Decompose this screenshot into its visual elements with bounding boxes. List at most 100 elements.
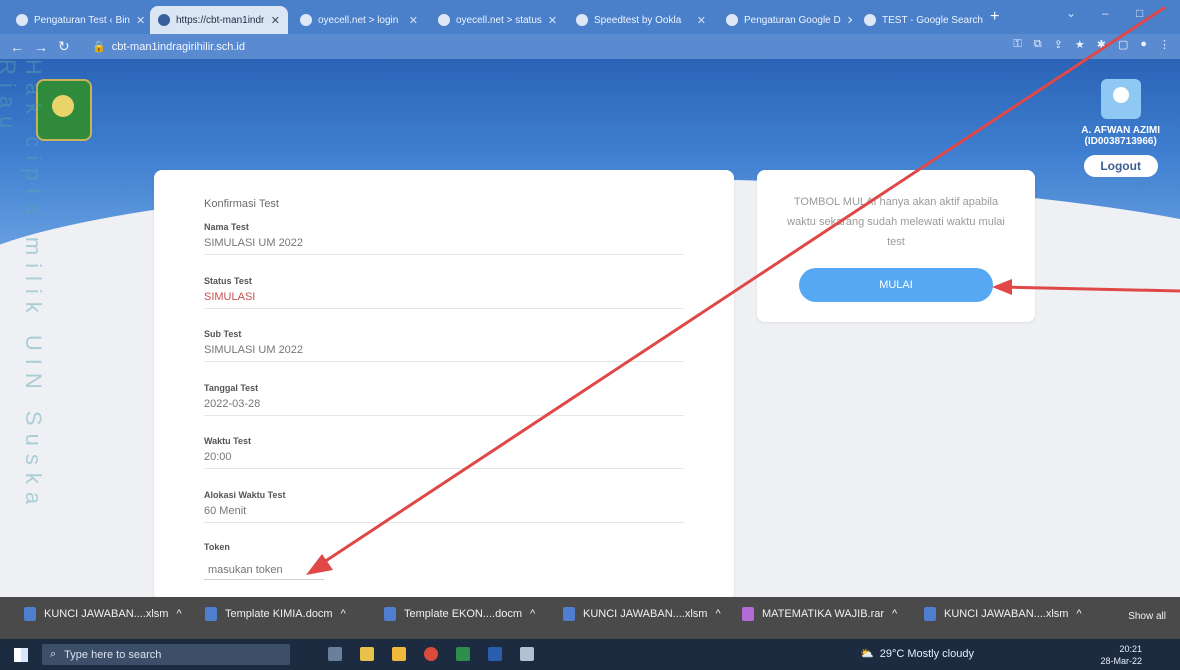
chevron-up-icon[interactable]: ^ bbox=[892, 608, 897, 620]
tab-label: Speedtest by Ookla bbox=[594, 14, 682, 26]
download-name: KUNCI JAWABAN....xlsm bbox=[583, 608, 708, 620]
windows-start-icon[interactable] bbox=[14, 648, 28, 662]
download-item[interactable]: KUNCI JAWABAN....xlsm ^ bbox=[24, 607, 182, 621]
tab-label: Pengaturan Google D bbox=[744, 14, 841, 26]
token-input[interactable] bbox=[204, 560, 324, 580]
field-label: Sub Test bbox=[204, 329, 242, 339]
close-icon[interactable]: ✕ bbox=[409, 14, 418, 27]
excel-file-icon bbox=[563, 607, 575, 621]
address-bar: ← → ↻ 🔒 cbt-man1indragirihilir.sch.id ⚿ … bbox=[0, 34, 1180, 59]
close-icon[interactable]: ✕ bbox=[847, 14, 852, 27]
excel-file-icon bbox=[24, 607, 36, 621]
share-icon[interactable]: ⇪ bbox=[1054, 38, 1063, 51]
tab-3[interactable]: oyecell.net > login ✕ bbox=[292, 6, 426, 34]
download-name: KUNCI JAWABAN....xlsm bbox=[944, 608, 1069, 620]
field-token: Token bbox=[204, 542, 684, 580]
tab-1[interactable]: Pengaturan Test ‹ Bin ✕ bbox=[8, 6, 146, 34]
user-name: A. AFWAN AZIMI bbox=[1081, 125, 1160, 136]
tab-5[interactable]: Speedtest by Ookla ✕ bbox=[568, 6, 714, 34]
weather-text: 29°C Mostly cloudy bbox=[879, 647, 974, 660]
url-text: cbt-man1indragirihilir.sch.id bbox=[111, 40, 245, 53]
field-label: Nama Test bbox=[204, 222, 249, 232]
close-icon[interactable]: ✕ bbox=[271, 14, 280, 27]
field-value: SIMULASI UM 2022 bbox=[204, 344, 304, 356]
profile-icon[interactable]: ● bbox=[1140, 38, 1147, 51]
tool-icon[interactable] bbox=[520, 647, 534, 661]
forward-icon[interactable]: → bbox=[34, 39, 48, 55]
download-item[interactable]: KUNCI JAWABAN....xlsm ^ bbox=[563, 607, 721, 621]
user-id: (ID0038713966) bbox=[1084, 136, 1157, 147]
clock[interactable]: 20:21 28-Mar-22 bbox=[1100, 643, 1142, 667]
search-placeholder: Type here to search bbox=[64, 648, 162, 661]
weather-icon: ⛅ bbox=[860, 648, 874, 660]
wordpress-icon bbox=[158, 14, 170, 26]
sticky-notes-icon[interactable] bbox=[392, 647, 406, 661]
chevron-up-icon[interactable]: ^ bbox=[1076, 608, 1081, 620]
minimize-icon[interactable]: – bbox=[1102, 6, 1109, 20]
menu-icon[interactable]: ⋮ bbox=[1159, 38, 1170, 51]
excel-icon[interactable] bbox=[456, 647, 470, 661]
field-status-test: Status Test SIMULASI bbox=[204, 276, 684, 309]
field-value: SIMULASI UM 2022 bbox=[204, 237, 304, 249]
field-tanggal-test: Tanggal Test 2022-03-28 bbox=[204, 383, 684, 416]
chevron-up-icon[interactable]: ^ bbox=[341, 608, 346, 620]
field-value: SIMULASI bbox=[204, 291, 256, 303]
downloads-bar: KUNCI JAWABAN....xlsm ^ Template KIMIA.d… bbox=[0, 597, 1180, 639]
tab-label: oyecell.net > status bbox=[456, 14, 542, 26]
url-field[interactable]: 🔒 cbt-man1indragirihilir.sch.id bbox=[92, 37, 1092, 56]
word-icon[interactable] bbox=[488, 647, 502, 661]
file-explorer-icon[interactable] bbox=[360, 647, 374, 661]
key-icon[interactable]: ⚿ bbox=[1013, 38, 1021, 51]
field-value: 2022-03-28 bbox=[204, 398, 261, 410]
word-file-icon bbox=[205, 607, 217, 621]
tab-search-icon[interactable]: ⌄ bbox=[1066, 6, 1076, 20]
card-title: Konfirmasi Test bbox=[204, 198, 279, 210]
extensions-icon[interactable]: ✱ bbox=[1097, 38, 1106, 51]
download-item[interactable]: MATEMATIKA WAJIB.rar ^ bbox=[742, 607, 897, 621]
field-nama-test: Nama Test SIMULASI UM 2022 bbox=[204, 222, 684, 255]
taskbar-apps bbox=[328, 647, 534, 661]
download-name: MATEMATIKA WAJIB.rar bbox=[762, 608, 885, 620]
tab-2[interactable]: https://cbt-man1indr ✕ bbox=[150, 6, 288, 34]
new-tab-button[interactable]: + bbox=[990, 8, 999, 26]
weather-widget[interactable]: ⛅ 29°C Mostly cloudy bbox=[860, 647, 974, 661]
reload-icon[interactable]: ↻ bbox=[58, 38, 70, 55]
watermark-text: Hak cipta milik UIN Suska Riau bbox=[0, 59, 46, 513]
back-icon[interactable]: ← bbox=[10, 39, 24, 55]
translate-icon[interactable]: ⧉ bbox=[1034, 38, 1042, 51]
show-all-button[interactable]: Show all bbox=[1128, 611, 1166, 622]
windows-taskbar: ⌕ Type here to search ⛅ 29°C Mostly clou… bbox=[0, 639, 1180, 670]
site-icon bbox=[300, 14, 312, 26]
chevron-up-icon[interactable]: ^ bbox=[530, 608, 535, 620]
close-icon[interactable]: ✕ bbox=[136, 14, 145, 27]
tab-6[interactable]: Pengaturan Google D ✕ bbox=[718, 6, 852, 34]
clock-date: 28-Mar-22 bbox=[1100, 656, 1142, 666]
task-view-icon[interactable] bbox=[328, 647, 342, 661]
bookmark-star-icon[interactable]: ★ bbox=[1075, 38, 1085, 51]
tab-4[interactable]: oyecell.net > status ✕ bbox=[430, 6, 564, 34]
taskbar-search[interactable]: ⌕ Type here to search bbox=[42, 644, 290, 665]
site-icon bbox=[438, 14, 450, 26]
field-value: 20:00 bbox=[204, 451, 232, 463]
tab-7[interactable]: TEST - Google Search ✕ bbox=[856, 6, 986, 34]
tab-label: oyecell.net > login bbox=[318, 14, 399, 26]
maximize-icon[interactable]: □ bbox=[1136, 6, 1143, 20]
chevron-up-icon[interactable]: ^ bbox=[715, 608, 720, 620]
download-item[interactable]: Template KIMIA.docm ^ bbox=[205, 607, 346, 621]
mulai-button[interactable]: MULAI bbox=[799, 268, 993, 302]
sidebar-icon[interactable]: ▢ bbox=[1118, 38, 1128, 51]
toolbar-icons: ⚿ ⧉ ⇪ ★ ✱ ▢ ● ⋮ bbox=[1013, 38, 1170, 51]
field-value: 60 Menit bbox=[204, 505, 247, 517]
close-icon[interactable]: ✕ bbox=[548, 14, 557, 27]
search-icon: ⌕ bbox=[50, 648, 57, 660]
download-name: Template EKON....docm bbox=[404, 608, 522, 620]
download-name: Template KIMIA.docm bbox=[225, 608, 333, 620]
close-icon[interactable]: ✕ bbox=[697, 14, 706, 27]
chrome-icon[interactable] bbox=[424, 647, 438, 661]
chevron-up-icon[interactable]: ^ bbox=[176, 608, 181, 620]
logout-button[interactable]: Logout bbox=[1083, 155, 1158, 177]
google-drive-icon bbox=[726, 14, 738, 26]
download-item[interactable]: Template EKON....docm ^ bbox=[384, 607, 535, 621]
download-item[interactable]: KUNCI JAWABAN....xlsm ^ bbox=[924, 607, 1082, 621]
start-card: TOMBOL MULAI hanya akan aktif apabila wa… bbox=[757, 170, 1035, 322]
